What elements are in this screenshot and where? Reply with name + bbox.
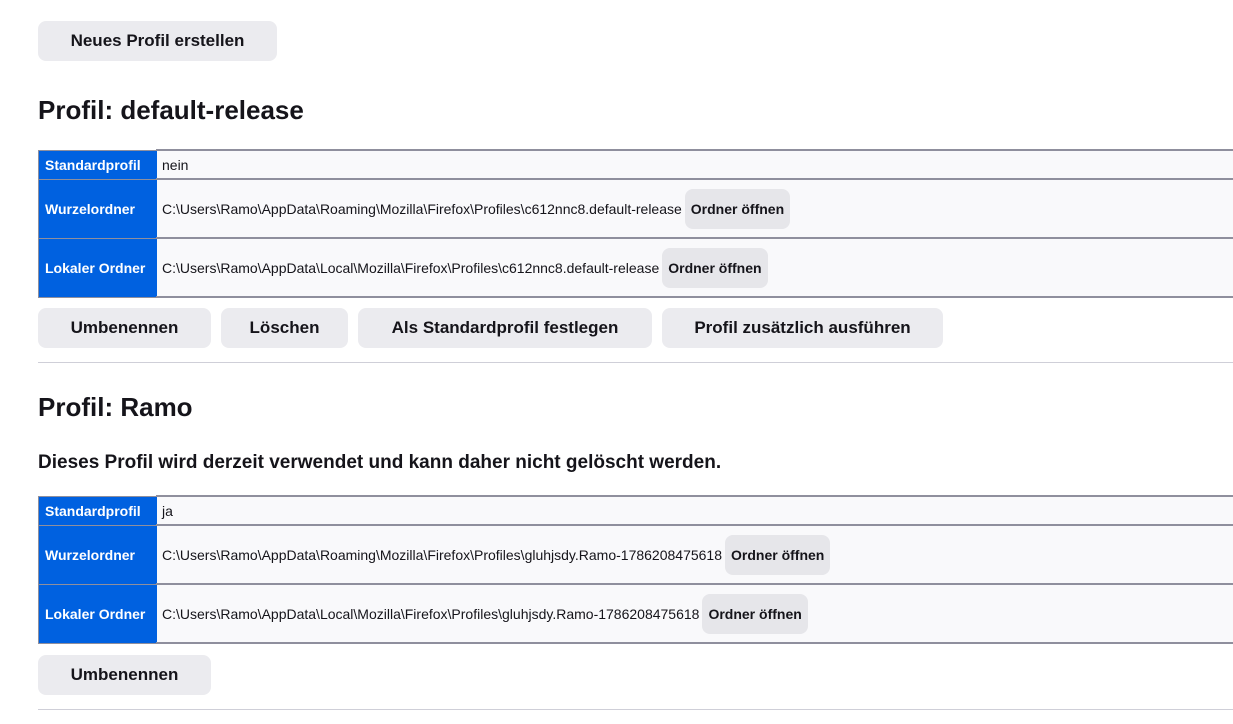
open-local-folder-button[interactable]: Ordner öffnen	[702, 593, 808, 634]
local-folder-label: Lokaler Ordner	[38, 583, 157, 644]
root-folder-row: Wurzelordner C:\Users\Ramo\AppData\Roami…	[38, 178, 1233, 239]
profile-actions: Umbenennen Löschen Als Standardprofil fe…	[38, 308, 943, 348]
root-folder-path: C:\Users\Ramo\AppData\Roaming\Mozilla\Fi…	[162, 546, 723, 563]
default-profile-value: ja	[156, 495, 1233, 526]
default-profile-value: nein	[156, 149, 1233, 180]
profile-title: Profil: default-release	[38, 95, 304, 125]
root-folder-cell: C:\Users\Ramo\AppData\Roaming\Mozilla\Fi…	[156, 524, 1233, 585]
profile-info-table: Standardprofil ja Wurzelordner C:\Users\…	[38, 495, 1233, 644]
local-folder-row: Lokaler Ordner C:\Users\Ramo\AppData\Loc…	[38, 237, 1233, 298]
local-folder-label: Lokaler Ordner	[38, 237, 157, 298]
create-profile-button[interactable]: Neues Profil erstellen	[38, 21, 277, 61]
default-profile-label: Standardprofil	[38, 495, 157, 526]
local-folder-cell: C:\Users\Ramo\AppData\Local\Mozilla\Fire…	[156, 237, 1233, 298]
profile-title: Profil: Ramo	[38, 392, 193, 422]
set-default-button[interactable]: Als Standardprofil festlegen	[358, 308, 652, 348]
separator	[38, 362, 1233, 363]
default-profile-label: Standardprofil	[38, 149, 157, 180]
local-folder-path: C:\Users\Ramo\AppData\Local\Mozilla\Fire…	[162, 259, 660, 276]
open-local-folder-button[interactable]: Ordner öffnen	[662, 247, 768, 288]
local-folder-row: Lokaler Ordner C:\Users\Ramo\AppData\Loc…	[38, 583, 1233, 644]
open-root-folder-button[interactable]: Ordner öffnen	[684, 188, 791, 229]
local-folder-path: C:\Users\Ramo\AppData\Local\Mozilla\Fire…	[162, 605, 700, 622]
profile-actions: Umbenennen	[38, 655, 211, 695]
profiles-page: Neues Profil erstellen Profil: default-r…	[0, 0, 1233, 724]
delete-button[interactable]: Löschen	[221, 308, 348, 348]
launch-profile-button[interactable]: Profil zusätzlich ausführen	[662, 308, 943, 348]
root-folder-label: Wurzelordner	[38, 178, 157, 239]
root-folder-label: Wurzelordner	[38, 524, 157, 585]
local-folder-cell: C:\Users\Ramo\AppData\Local\Mozilla\Fire…	[156, 583, 1233, 644]
in-use-notice: Dieses Profil wird derzeit verwendet und…	[38, 452, 722, 473]
open-root-folder-button[interactable]: Ordner öffnen	[725, 534, 831, 575]
separator	[38, 709, 1233, 710]
rename-button[interactable]: Umbenennen	[38, 655, 211, 695]
profile-info-table: Standardprofil nein Wurzelordner C:\User…	[38, 149, 1233, 298]
root-folder-row: Wurzelordner C:\Users\Ramo\AppData\Roami…	[38, 524, 1233, 585]
root-folder-path: C:\Users\Ramo\AppData\Roaming\Mozilla\Fi…	[162, 200, 682, 217]
default-profile-row: Standardprofil ja	[38, 495, 1233, 526]
default-profile-row: Standardprofil nein	[38, 149, 1233, 180]
rename-button[interactable]: Umbenennen	[38, 308, 211, 348]
root-folder-cell: C:\Users\Ramo\AppData\Roaming\Mozilla\Fi…	[156, 178, 1233, 239]
